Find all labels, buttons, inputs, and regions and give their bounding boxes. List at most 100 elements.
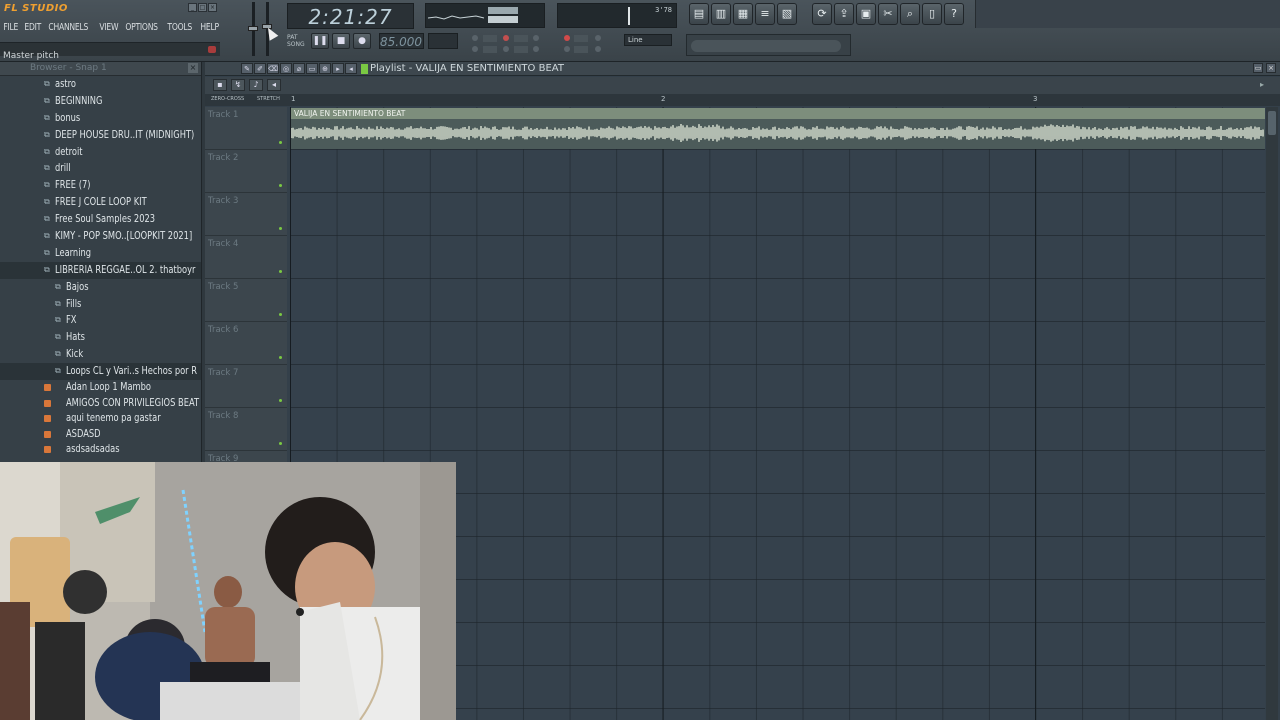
track-header[interactable]: Track 7 xyxy=(205,365,287,408)
track-header[interactable]: Track 2 xyxy=(205,150,287,193)
snap-icon[interactable]: ↯ xyxy=(231,79,245,91)
plugin-picker-icon[interactable]: ▧ xyxy=(777,3,797,25)
vertical-scrollbar[interactable] xyxy=(1266,107,1278,720)
track-header[interactable]: Track 3 xyxy=(205,193,287,236)
back-icon[interactable]: ◂ xyxy=(267,79,281,91)
browser-folder[interactable]: ⧉ BEGINNING xyxy=(0,93,201,110)
browser-folder[interactable]: ⧉ Kick xyxy=(0,346,201,363)
track-activity-icon[interactable] xyxy=(279,399,282,402)
channel-rack-icon[interactable]: ▦ xyxy=(733,3,753,25)
delete-tool-icon[interactable]: ⌫ xyxy=(267,63,279,74)
export-icon[interactable]: ⇪ xyxy=(834,3,854,25)
note-icon[interactable]: ♪ xyxy=(249,79,263,91)
browser-folder[interactable]: ⧉ FREE (7) xyxy=(0,177,201,194)
mute-tool-icon[interactable]: ◎ xyxy=(280,63,292,74)
browser-folder-label: Kick xyxy=(66,348,84,361)
pause-button[interactable]: ❚❚ xyxy=(311,33,329,49)
track-header[interactable]: Track 5 xyxy=(205,279,287,322)
slice-tool-icon[interactable]: ⌀ xyxy=(293,63,305,74)
master-volume-knob[interactable] xyxy=(248,26,258,31)
folder-icon: ⧉ xyxy=(44,146,50,156)
menu-item-help[interactable]: HELP xyxy=(197,22,222,33)
restore-icon[interactable]: □ xyxy=(198,3,207,12)
browser-file-label: aqui tenemo pa gastar xyxy=(66,412,161,425)
master-volume-slider[interactable] xyxy=(248,2,258,56)
browser-folder[interactable]: ⧉ KIMY - POP SMO..[LOOPKIT 2021] xyxy=(0,228,201,245)
track-activity-icon[interactable] xyxy=(279,356,282,359)
pattern-song-switch[interactable]: PAT SONG xyxy=(287,34,305,48)
browser-folder[interactable]: ⧉ LIBRERIA REGGAE..OL 2. thatboyr xyxy=(0,261,201,279)
track-activity-icon[interactable] xyxy=(279,270,282,273)
brush-tool-icon[interactable]: ✐ xyxy=(254,63,266,74)
mixer-icon[interactable]: ≡ xyxy=(755,3,775,25)
playlist-window-icon[interactable]: ▤ xyxy=(689,3,709,25)
zoom-icon[interactable]: ⌕ xyxy=(900,3,920,25)
track-header[interactable]: Track 1 xyxy=(205,107,287,150)
menu-item-edit[interactable]: EDIT xyxy=(21,22,44,33)
zero-cross-toggle[interactable]: ZERO-CROSS xyxy=(211,96,244,102)
browser-folder[interactable]: ⧉ detroit xyxy=(0,144,201,161)
arrow-left-icon[interactable]: ◂ xyxy=(345,63,357,74)
browser-folder[interactable]: ⧉ astro xyxy=(0,76,201,93)
menu-item-file[interactable]: FILE xyxy=(0,22,22,33)
track-header[interactable]: Track 8 xyxy=(205,408,287,451)
scroll-right-icon[interactable]: ▸ xyxy=(1260,80,1264,89)
close-icon[interactable]: × xyxy=(208,3,217,12)
save-icon[interactable]: ▣ xyxy=(856,3,876,25)
audio-clip[interactable]: VALIJA EN SENTIMIENTO BEAT xyxy=(291,108,1265,149)
menu-item-tools[interactable]: TOOLS xyxy=(164,22,195,33)
piano-roll-icon[interactable]: ▥ xyxy=(711,3,731,25)
track-activity-icon[interactable] xyxy=(279,442,282,445)
browser-file[interactable]: AMIGOS CON PRIVILEGIOS BEAT xyxy=(0,396,201,412)
menu-item-channels[interactable]: CHANNELS xyxy=(45,22,91,33)
close-icon[interactable]: × xyxy=(188,63,198,73)
browser-folder[interactable]: ⧉ Bajos xyxy=(0,279,201,296)
refresh-icon[interactable]: ⟳ xyxy=(812,3,832,25)
track-header[interactable]: Track 4 xyxy=(205,236,287,279)
zoom-tool-icon[interactable]: ⊕ xyxy=(319,63,331,74)
browser-file[interactable]: Adan Loop 1 Mambo xyxy=(0,380,201,396)
folder-icon: ⧉ xyxy=(55,349,61,359)
pattern-menu-icon[interactable]: ▪ xyxy=(213,79,227,91)
snap-selector[interactable]: Line xyxy=(624,34,672,46)
tools-icon[interactable]: ✂ xyxy=(878,3,898,25)
browser-file[interactable]: asdsadsadas xyxy=(0,442,201,458)
folder-icon: ⧉ xyxy=(44,180,50,190)
song-time-display[interactable]: 2:21:27 xyxy=(287,3,414,29)
track-activity-icon[interactable] xyxy=(279,184,282,187)
tempo-display[interactable]: 85.000 xyxy=(379,33,424,49)
browser-folder[interactable]: ⧉ Free Soul Samples 2023 xyxy=(0,211,201,228)
record-button[interactable]: ● xyxy=(353,33,371,49)
minimize-icon[interactable]: _ xyxy=(188,3,197,12)
browser-folder[interactable]: ⧉ Fills xyxy=(0,296,201,313)
browser-file[interactable]: ASDASD xyxy=(0,427,201,443)
audio-clip-header[interactable]: VALIJA EN SENTIMIENTO BEAT xyxy=(291,108,1265,119)
browser-folder[interactable]: ⧉ Hats xyxy=(0,329,201,346)
menu-bar: FILE EDIT CHANNELS VIEW OPTIONS TOOLS HELP xyxy=(0,22,222,33)
track-activity-icon[interactable] xyxy=(279,141,282,144)
browser-folder[interactable]: ⧉ bonus xyxy=(0,110,201,127)
browser-folder[interactable]: ⧉ Loops CL y Vari..s Hechos por R xyxy=(0,363,201,381)
help-icon[interactable]: ? xyxy=(944,3,964,25)
menu-item-view[interactable]: VIEW xyxy=(96,22,122,33)
track-activity-icon[interactable] xyxy=(279,227,282,230)
maximize-icon[interactable]: ▭ xyxy=(1253,63,1263,73)
play-tool-icon[interactable]: ▸ xyxy=(332,63,344,74)
select-tool-icon[interactable]: ▭ xyxy=(306,63,318,74)
browser-folder[interactable]: ⧉ drill xyxy=(0,160,201,177)
track-header[interactable]: Track 6 xyxy=(205,322,287,365)
browser-file[interactable]: aqui tenemo pa gastar xyxy=(0,411,201,427)
track-activity-icon[interactable] xyxy=(279,313,282,316)
menu-item-options[interactable]: OPTIONS xyxy=(122,22,161,33)
close-icon[interactable]: × xyxy=(1266,63,1276,73)
stretch-toggle[interactable]: STRETCH xyxy=(257,96,280,102)
pencil-tool-icon[interactable]: ✎ xyxy=(241,63,253,74)
notes-icon[interactable]: ▯ xyxy=(922,3,942,25)
scrollbar-thumb[interactable] xyxy=(1268,111,1276,135)
browser-folder[interactable]: ⧉ Learning xyxy=(0,245,201,262)
browser-folder[interactable]: ⧉ FX xyxy=(0,312,201,329)
browser-folder[interactable]: ⧉ FREE J COLE LOOP KIT xyxy=(0,194,201,211)
browser-folder[interactable]: ⧉ DEEP HOUSE DRU..IT (MIDNIGHT) xyxy=(0,127,201,144)
pattern-selector[interactable] xyxy=(428,33,458,49)
stop-button[interactable]: ■ xyxy=(332,33,350,49)
